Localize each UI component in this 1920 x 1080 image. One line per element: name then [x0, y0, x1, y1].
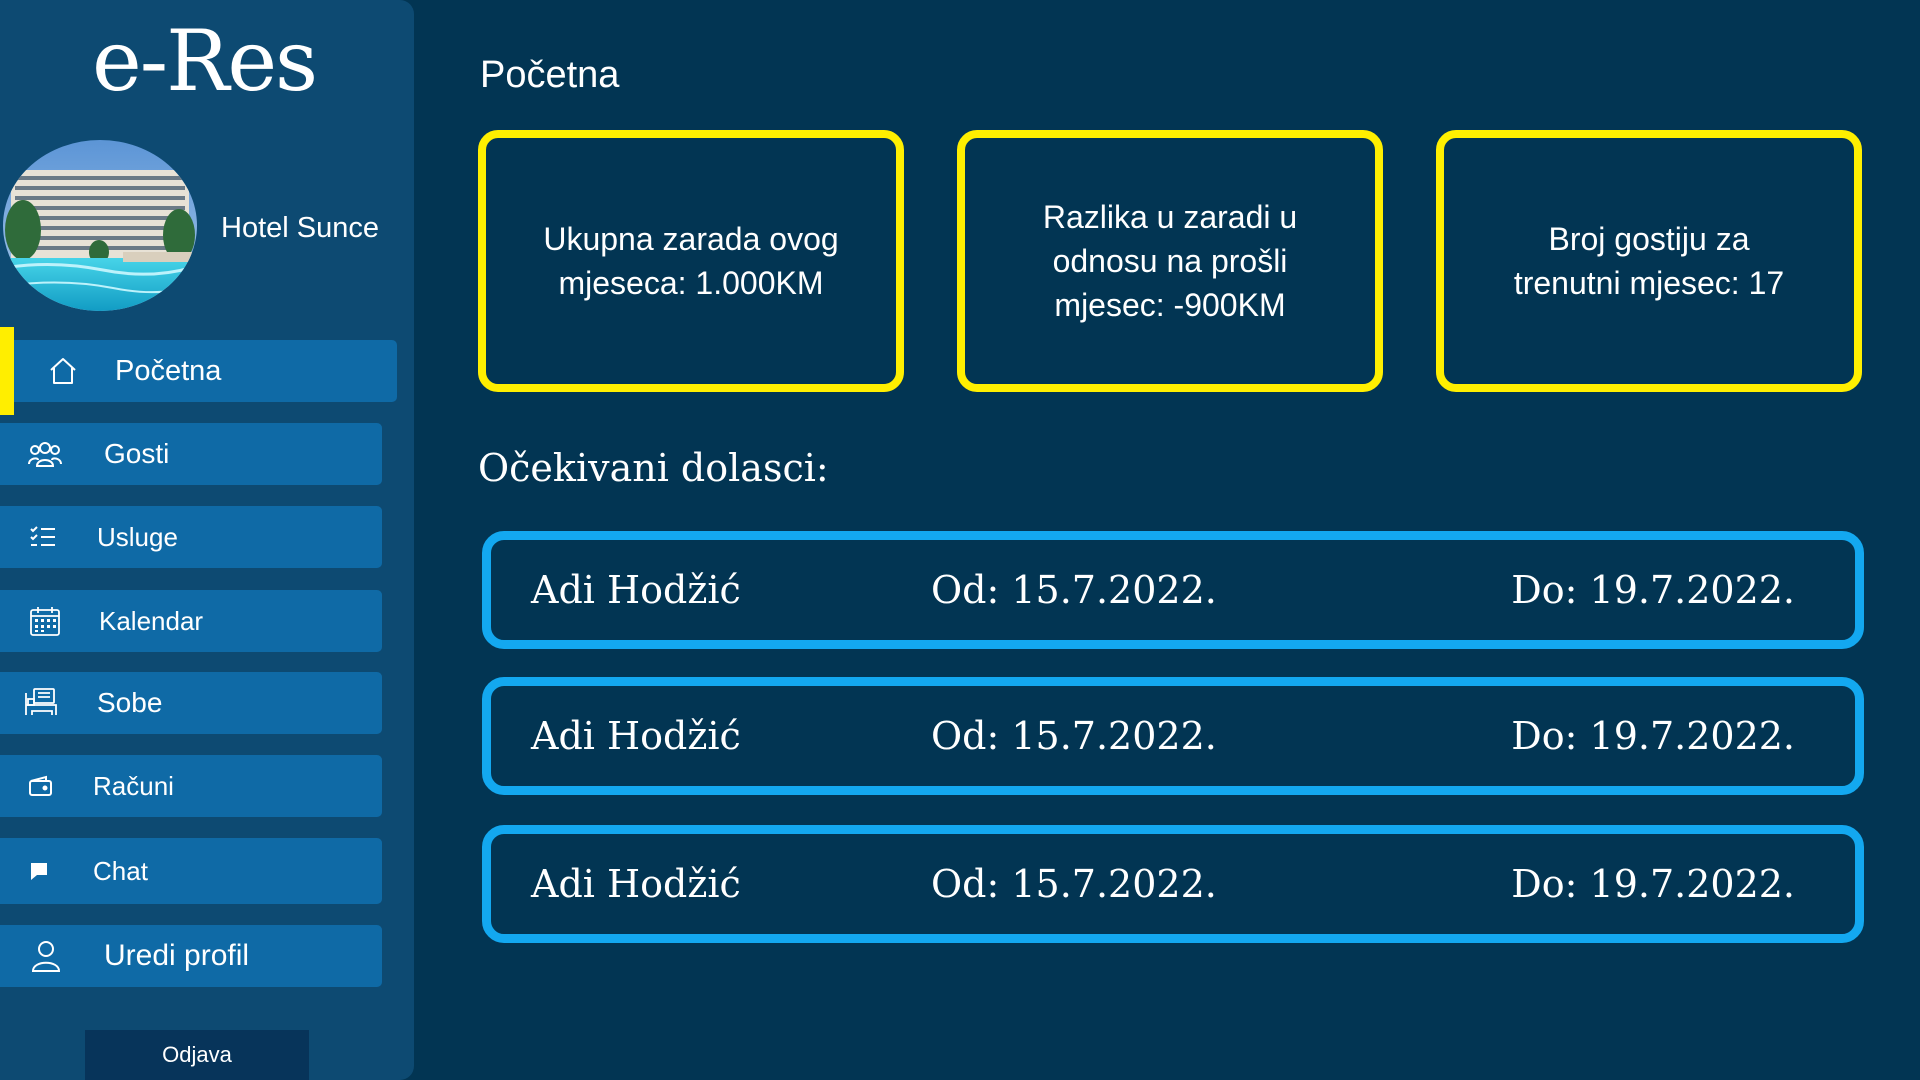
- arrival-to: Do: 19.7.2022.: [1511, 714, 1795, 758]
- sidebar-item-label: Kalendar: [99, 605, 204, 636]
- active-indicator: [0, 327, 14, 415]
- stat-text: Broj gostiju za trenutni mjesec: 17: [1513, 221, 1785, 301]
- sidebar-item-label: Sobe: [97, 687, 163, 718]
- sidebar-item-gosti[interactable]: Gosti: [0, 423, 382, 485]
- arrival-row[interactable]: Adi Hodžić Od: 15.7.2022. Do: 19.7.2022.: [482, 677, 1864, 795]
- stat-card-earnings-difference: Razlika u zaradi u odnosu na prošli mjes…: [957, 130, 1383, 392]
- sidebar-item-chat[interactable]: Chat: [0, 838, 382, 904]
- app-logo: e-Res: [92, 12, 318, 110]
- sidebar-item-pocetna[interactable]: Početna: [14, 340, 397, 402]
- arrivals-title: Očekivani dolasci:: [478, 446, 829, 490]
- checklist-icon: [26, 520, 60, 554]
- user-icon: [29, 939, 63, 973]
- logout-button[interactable]: Odjava: [85, 1030, 309, 1080]
- arrival-from: Od: 15.7.2022.: [931, 862, 1217, 906]
- arrival-guest: Adi Hodžić: [531, 568, 741, 612]
- sidebar-item-usluge[interactable]: Usluge: [0, 506, 382, 568]
- calendar-icon: [28, 604, 62, 638]
- hotel-name: Hotel Sunce: [221, 212, 379, 244]
- arrival-row[interactable]: Adi Hodžić Od: 15.7.2022. Do: 19.7.2022.: [482, 531, 1864, 649]
- page-title: Početna: [480, 54, 620, 96]
- sidebar-item-label: Gosti: [104, 438, 170, 469]
- home-icon: [46, 354, 80, 388]
- chat-icon: [22, 854, 56, 888]
- sidebar-item-label: Chat: [93, 855, 148, 886]
- hotel-photo: [3, 140, 197, 311]
- sidebar: e-Res Hotel Sunce Početna Gosti Usluge K…: [0, 0, 414, 1080]
- sidebar-item-kalendar[interactable]: Kalendar: [0, 590, 382, 652]
- arrival-from: Od: 15.7.2022.: [931, 568, 1217, 612]
- sidebar-item-label: Uredi profil: [104, 939, 250, 972]
- sidebar-item-label: Računi: [93, 770, 174, 801]
- stat-card-guest-count: Broj gostiju za trenutni mjesec: 17: [1436, 130, 1862, 392]
- hotel-avatar: [3, 140, 197, 311]
- arrival-from: Od: 15.7.2022.: [931, 714, 1217, 758]
- sidebar-item-sobe[interactable]: Sobe: [0, 672, 382, 734]
- rooms-icon: [24, 686, 58, 720]
- sidebar-item-label: Usluge: [97, 521, 178, 552]
- stat-card-monthly-earnings: Ukupna zarada ovog mjeseca: 1.000KM: [478, 130, 904, 392]
- sidebar-item-racuni[interactable]: Računi: [0, 755, 382, 817]
- guests-icon: [28, 437, 62, 471]
- arrival-guest: Adi Hodžić: [531, 862, 741, 906]
- arrival-to: Do: 19.7.2022.: [1511, 568, 1795, 612]
- wallet-icon: [24, 769, 58, 803]
- sidebar-item-uredi-profil[interactable]: Uredi profil: [0, 925, 382, 987]
- arrival-guest: Adi Hodžić: [531, 714, 741, 758]
- stat-text: Razlika u zaradi u odnosu na prošli mjes…: [1042, 199, 1298, 323]
- arrival-row[interactable]: Adi Hodžić Od: 15.7.2022. Do: 19.7.2022.: [482, 825, 1864, 943]
- arrival-to: Do: 19.7.2022.: [1511, 862, 1795, 906]
- stat-text: Ukupna zarada ovog mjeseca: 1.000KM: [543, 221, 839, 301]
- sidebar-item-label: Početna: [115, 354, 222, 387]
